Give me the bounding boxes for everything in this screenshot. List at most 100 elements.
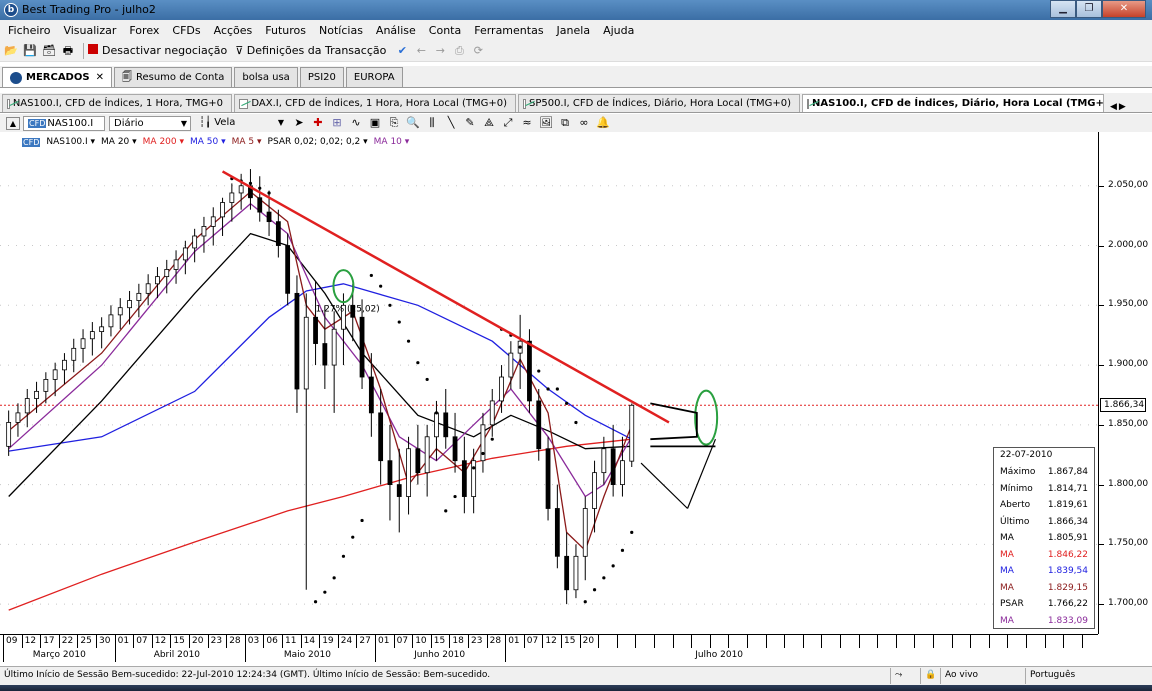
candle-body xyxy=(145,283,151,294)
close-tab-icon[interactable]: ✕ xyxy=(96,68,104,87)
tab-label: bolsa usa xyxy=(242,72,290,83)
candle-body xyxy=(322,343,328,366)
x-day-label: 20 xyxy=(192,636,204,646)
tab-scroll-left-icon[interactable]: ◀ xyxy=(1110,102,1117,112)
menu-ferramentas[interactable]: Ferramentas xyxy=(474,24,543,37)
x-day-label: 01 xyxy=(508,636,520,646)
trendline-tool-icon[interactable]: ╲ xyxy=(443,115,459,131)
chart-tab-nas100-daily[interactable]: NAS100.I, CFD de Índices, Diário, Hora L… xyxy=(802,94,1104,112)
y-tick-label: 1.800,00 xyxy=(1108,478,1149,489)
psar-dot xyxy=(416,361,420,365)
signal-icon[interactable]: ⤳ xyxy=(890,668,920,684)
minimize-button[interactable]: ▁ xyxy=(1050,0,1076,18)
app-logo-icon: b xyxy=(4,3,18,17)
pattern-drawing xyxy=(686,438,717,509)
candle xyxy=(127,290,132,325)
price-axis[interactable]: 2.050,00 2.000,00 1.950,00 1.900,00 1.850,00… xyxy=(1098,132,1152,634)
candle-body xyxy=(285,245,291,294)
zoom-icon[interactable]: 🔍 xyxy=(405,115,421,131)
save-icon[interactable]: 💾 xyxy=(22,43,38,59)
close-button[interactable]: ✕ xyxy=(1102,0,1146,18)
pointer-icon[interactable]: ➤ xyxy=(291,115,307,131)
forward-arrow-icon[interactable]: → xyxy=(432,43,448,59)
menu-janela[interactable]: Janela xyxy=(557,24,591,37)
x-tick xyxy=(933,635,934,648)
chart-tab-dax-1h[interactable]: DAX.I, CFD de Índices, 1 Hora, Hora Loca… xyxy=(234,94,516,112)
chart-tab-nas100-1h[interactable]: NAS100.I, CFD de Índices, 1 Hora, TMG+0 xyxy=(2,94,232,112)
pencil-icon[interactable]: ✎ xyxy=(462,115,478,131)
refresh-icon[interactable]: ⟳ xyxy=(470,43,486,59)
alert-bell-icon[interactable]: 🔔 xyxy=(595,115,611,131)
language-indicator[interactable]: Português xyxy=(1025,668,1152,684)
candle xyxy=(257,176,263,222)
chart-style-select[interactable]: ┆╽ Vela ▼ xyxy=(195,116,287,131)
tab-europa[interactable]: EUROPA xyxy=(345,67,403,87)
x-day-label: 12 xyxy=(154,636,167,646)
resize-icon[interactable]: ⤢ xyxy=(500,115,516,131)
x-day-label: 25 xyxy=(80,636,92,646)
price-chart[interactable]: 1,27% (25,02) xyxy=(0,132,1098,634)
transaction-settings-button[interactable]: ⊽ Definições da Transacção xyxy=(235,44,386,57)
fibonacci-icon[interactable]: ⟁ xyxy=(481,115,497,131)
x-tick xyxy=(765,635,767,648)
tab-bolsa-usa[interactable]: bolsa usa xyxy=(234,67,298,87)
link-icon[interactable]: ∞ xyxy=(576,115,592,131)
tab-scroll-right-icon[interactable]: ▶ xyxy=(1119,102,1126,112)
data-window-row: MA 1.833,09 xyxy=(994,613,1094,630)
chart-icon xyxy=(523,98,526,109)
print-preview-icon[interactable]: ⎙ xyxy=(451,43,467,59)
print-icon[interactable]: 🖶 xyxy=(60,43,76,59)
menu-visualizar[interactable]: Visualizar xyxy=(63,24,116,37)
time-axis[interactable]: 09 12 17 22 25 30 01 07 12 15 20 23 28 03 06 11 14 19 24 27… xyxy=(0,634,1098,662)
template-icon[interactable]: ⎘ xyxy=(386,115,402,131)
menu-futuros[interactable]: Futuros xyxy=(265,24,306,37)
psar-dot xyxy=(406,339,411,343)
bars-icon[interactable]: ⫼ xyxy=(424,115,440,131)
crosshair-icon[interactable]: ✚ xyxy=(310,115,326,131)
lock-icon[interactable]: 🔒 xyxy=(920,668,940,684)
pattern-drawing xyxy=(640,462,688,509)
menu-conta[interactable]: Conta xyxy=(429,24,461,37)
menu-cfds[interactable]: CFDs xyxy=(172,24,200,37)
wave-tool-icon[interactable]: ≈ xyxy=(519,115,535,131)
x-tick xyxy=(709,635,711,648)
candle xyxy=(601,436,607,485)
tab-psi20[interactable]: PSI20 xyxy=(299,67,344,87)
y-tick xyxy=(1099,365,1104,367)
x-day-label: 22 xyxy=(61,636,74,646)
period-select[interactable]: Diário ▼ xyxy=(109,115,191,131)
symbol-selector[interactable]: CFD NAS100.I xyxy=(23,115,105,131)
menu-ajuda[interactable]: Ajuda xyxy=(603,24,634,37)
collapse-icon[interactable]: ▲ xyxy=(6,116,20,130)
menu-accoes[interactable]: Acções xyxy=(214,24,253,37)
candle-body xyxy=(127,300,132,309)
tab-mercados[interactable]: MERCADOS ✕ xyxy=(2,67,112,87)
psar-dot xyxy=(583,600,587,604)
check-icon[interactable]: ✔ xyxy=(394,43,410,59)
candle xyxy=(275,209,281,258)
x-day-label: 15 xyxy=(173,636,185,646)
deactivate-trading-button[interactable]: Desactivar negociação xyxy=(88,44,227,57)
chart-tab-sp500-daily[interactable]: SP500.I, CFD de Índices, Diário, Hora Lo… xyxy=(518,94,800,112)
x-tick xyxy=(170,635,172,648)
menu-analise[interactable]: Análise xyxy=(376,24,416,37)
candle-body xyxy=(108,314,114,328)
x-tick xyxy=(802,635,804,648)
x-tick xyxy=(226,635,228,648)
menu-forex[interactable]: Forex xyxy=(129,24,159,37)
window-icon[interactable]: ▣ xyxy=(367,115,383,131)
maximize-button[interactable]: ❐ xyxy=(1076,0,1102,18)
candle xyxy=(238,173,244,210)
image-icon[interactable]: 🖼 xyxy=(538,115,554,131)
clone-icon[interactable]: ⧉ xyxy=(557,115,573,131)
tab-resumo-de-conta[interactable]: 🗐 Resumo de Conta xyxy=(113,67,233,87)
indicators-icon[interactable]: ∿ xyxy=(348,115,364,131)
grid-icon[interactable]: ⊞ xyxy=(329,115,345,131)
candle xyxy=(182,240,188,275)
candle-body xyxy=(359,316,365,378)
menu-ficheiro[interactable]: Ficheiro xyxy=(8,24,50,37)
open-folder-icon[interactable]: 📂 xyxy=(3,43,19,59)
save-all-icon[interactable]: 🗃 xyxy=(41,43,57,59)
back-arrow-icon[interactable]: ← xyxy=(413,43,429,59)
menu-noticias[interactable]: Notícias xyxy=(319,24,363,37)
